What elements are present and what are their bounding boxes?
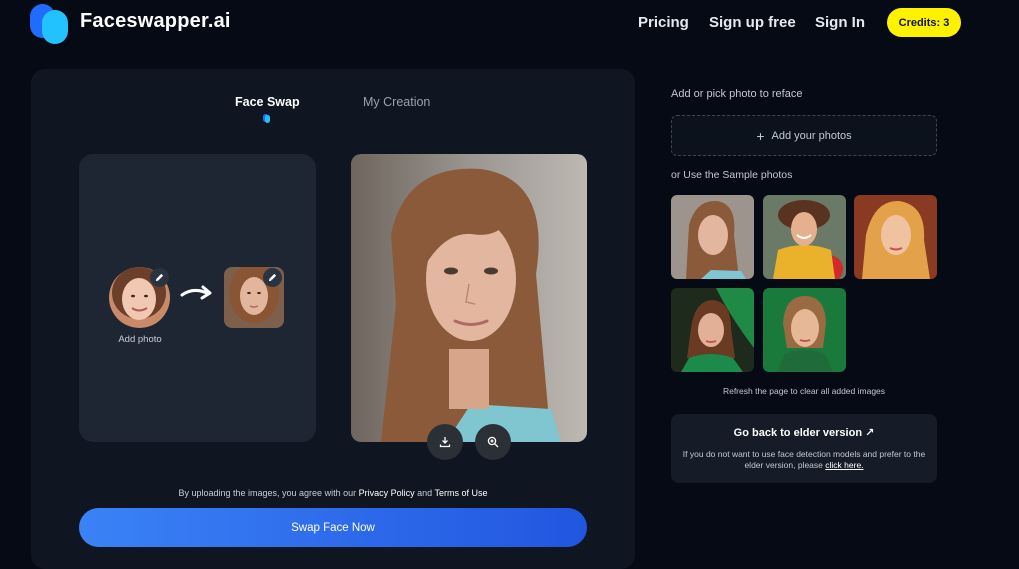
nav-sign-in[interactable]: Sign In <box>815 14 865 31</box>
privacy-policy-link[interactable]: Privacy Policy <box>359 488 415 498</box>
tab-my-creation[interactable]: My Creation <box>363 95 430 109</box>
sample-photo-3[interactable] <box>854 195 937 279</box>
add-photo-label: Add photo <box>118 334 162 345</box>
nav-sign-up[interactable]: Sign up free <box>709 14 796 31</box>
add-photos-heading: Add or pick photo to reface <box>671 88 803 100</box>
click-here-link[interactable]: click here. <box>825 460 863 470</box>
download-icon <box>439 437 451 448</box>
sample-photo-4[interactable] <box>671 288 754 372</box>
terms-of-use-link[interactable]: Terms of Use <box>435 488 488 498</box>
zoom-button[interactable] <box>475 424 511 460</box>
header: Faceswapper.ai Pricing Sign up free Sign… <box>0 0 1019 46</box>
elder-version-card: Go back to elder version ↗ If you do not… <box>671 414 937 483</box>
tab-face-swap[interactable]: Face Swap <box>235 95 300 109</box>
elder-version-link[interactable]: Go back to elder version ↗ <box>671 426 937 439</box>
sample-photo-1[interactable] <box>671 195 754 279</box>
arrow-icon <box>180 285 212 300</box>
elder-version-description: If you do not want to use face detection… <box>682 449 926 470</box>
add-photos-label: Add your photos <box>771 129 852 142</box>
face-swap-panel: Face Swap My Creation Add photo By uploa… <box>31 69 635 569</box>
swap-face-button[interactable]: Swap Face Now <box>79 508 587 547</box>
add-photos-button[interactable]: + Add your photos <box>671 115 937 156</box>
sample-photos-heading: or Use the Sample photos <box>671 169 793 181</box>
brand-name[interactable]: Faceswapper.ai <box>80 10 231 33</box>
active-tab-indicator <box>263 114 270 123</box>
edit-source-button[interactable] <box>150 268 169 287</box>
logo-icon[interactable] <box>30 4 70 44</box>
result-image <box>351 154 587 442</box>
zoom-in-icon <box>487 436 499 448</box>
sample-photo-5[interactable] <box>763 288 846 372</box>
plus-icon: + <box>756 127 765 144</box>
edit-target-button[interactable] <box>263 268 282 287</box>
credits-badge[interactable]: Credits: 3 <box>887 8 961 37</box>
pencil-icon <box>155 273 164 282</box>
sample-photo-2[interactable] <box>763 195 846 279</box>
refresh-note: Refresh the page to clear all added imag… <box>722 386 886 396</box>
face-input-card: Add photo <box>79 154 316 442</box>
pencil-icon <box>268 273 277 282</box>
terms-notice: By uploading the images, you agree with … <box>178 488 488 498</box>
nav-pricing[interactable]: Pricing <box>638 14 689 31</box>
download-button[interactable] <box>427 424 463 460</box>
